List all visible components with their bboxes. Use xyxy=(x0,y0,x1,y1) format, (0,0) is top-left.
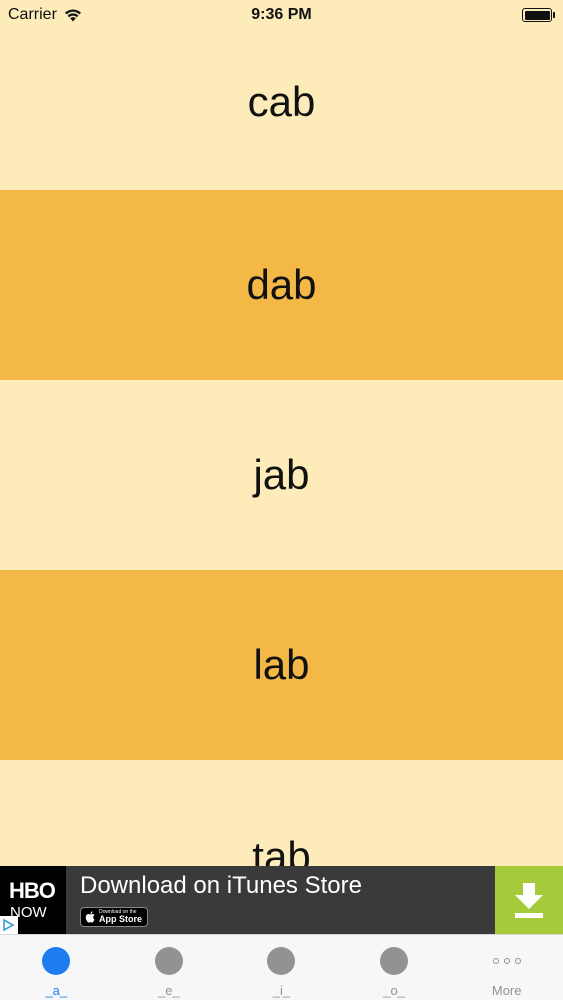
ad-content[interactable]: Download on iTunes Store Download on the… xyxy=(66,866,495,934)
list-item-label: cab xyxy=(247,78,316,125)
apple-icon xyxy=(85,911,95,923)
list-item-label: jab xyxy=(253,451,310,498)
list-item[interactable]: lab xyxy=(0,570,563,760)
download-button[interactable] xyxy=(495,866,563,934)
tab-more[interactable]: More xyxy=(450,935,563,1000)
list-item-label: tab xyxy=(252,833,311,866)
app-store-big-text: App Store xyxy=(99,914,143,924)
tab-i[interactable]: _i_ xyxy=(225,935,338,1000)
battery-icon xyxy=(522,8,555,22)
word-list[interactable]: cab dab jab lab tab xyxy=(0,0,563,866)
list-item-label: dab xyxy=(246,261,317,308)
status-bar: Carrier xyxy=(0,0,563,30)
tab-i-icon xyxy=(267,947,296,975)
tab-e-label: _e_ xyxy=(158,983,180,998)
tab-o-label: _o_ xyxy=(383,983,405,998)
tab-bar: _a_ _e_ _i_ _o_ More xyxy=(0,934,563,1000)
list-item[interactable]: jab xyxy=(0,380,563,570)
tab-a-icon xyxy=(42,947,71,975)
carrier-label: Carrier xyxy=(8,6,57,23)
ad-banner[interactable]: HBO NOW Download on iTunes Store Downloa… xyxy=(0,866,563,934)
tab-i-label: _i_ xyxy=(272,983,291,998)
tab-e[interactable]: _e_ xyxy=(113,935,226,1000)
status-left: Carrier xyxy=(8,6,83,24)
tab-o[interactable]: _o_ xyxy=(338,935,451,1000)
list-item-label: lab xyxy=(253,641,310,688)
more-icon xyxy=(489,947,525,975)
tab-o-icon xyxy=(380,947,409,975)
list-item[interactable]: tab xyxy=(0,760,563,866)
tab-e-icon xyxy=(154,947,183,975)
list-item[interactable]: dab xyxy=(0,190,563,380)
wifi-icon xyxy=(64,9,81,22)
ad-title: Download on iTunes Store xyxy=(80,872,362,899)
adchoices-icon[interactable] xyxy=(0,916,18,934)
tab-a[interactable]: _a_ xyxy=(0,935,113,1000)
tab-a-label: _a_ xyxy=(45,983,68,998)
tab-more-label: More xyxy=(491,983,522,998)
app-store-badge[interactable]: Download on the App Store xyxy=(80,907,148,927)
hbo-now-logo[interactable]: HBO NOW xyxy=(0,866,66,934)
hbo-logo-text: HBO xyxy=(9,878,56,903)
download-icon xyxy=(515,883,543,918)
